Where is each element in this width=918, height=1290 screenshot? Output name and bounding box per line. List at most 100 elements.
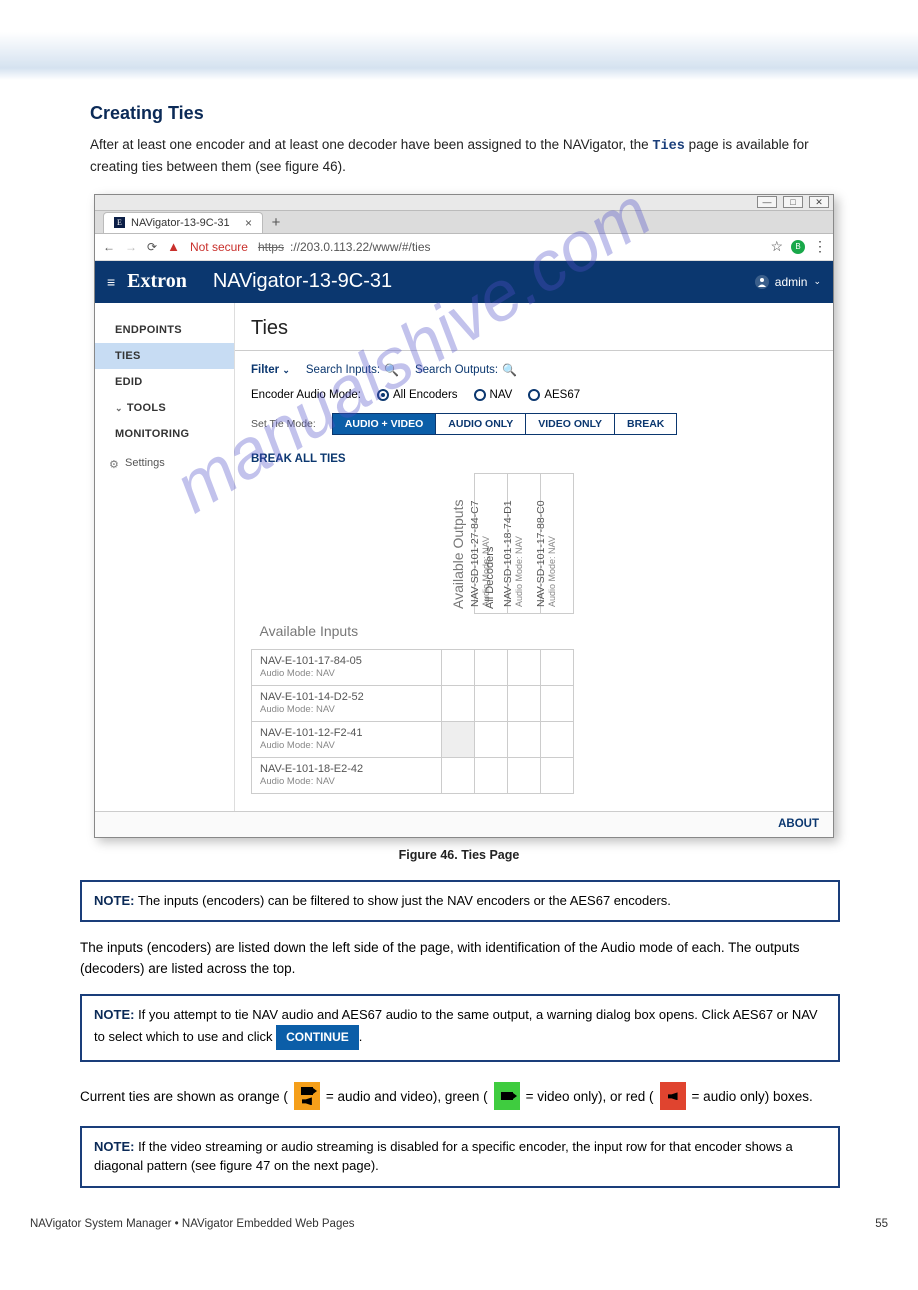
available-outputs-label: Available Outputs xyxy=(450,499,466,608)
input-row: NAV-E-101-18-E2-42Audio Mode: NAV xyxy=(252,757,442,793)
body-paragraph: The inputs (encoders) are listed down th… xyxy=(0,938,918,988)
tie-cell[interactable] xyxy=(442,757,475,793)
tie-cell[interactable] xyxy=(475,649,508,685)
search-inputs[interactable]: Search Inputs: 🔍 xyxy=(306,363,399,377)
search-icon: 🔍 xyxy=(384,363,399,377)
tie-mode-segments: AUDIO + VIDEO AUDIO ONLY VIDEO ONLY BREA… xyxy=(332,413,678,435)
tie-cell[interactable] xyxy=(541,757,574,793)
gear-icon: ⚙ xyxy=(109,458,119,468)
browser-tab-bar: E NAVigator-13-9C-31 × + xyxy=(95,211,833,233)
not-secure-label[interactable]: Not secure xyxy=(190,240,248,254)
hamburger-icon[interactable]: ≡ xyxy=(107,274,115,290)
user-menu[interactable]: admin ⌄ xyxy=(755,275,821,289)
url-field[interactable]: https://203.0.113.22/www/#/ties xyxy=(258,240,760,254)
seg-break[interactable]: BREAK xyxy=(615,414,676,434)
section-heading: Creating Ties xyxy=(90,100,840,127)
user-icon xyxy=(755,275,769,289)
radio-aes67[interactable]: AES67 xyxy=(528,389,580,401)
break-all-ties-link[interactable]: BREAK ALL TIES xyxy=(251,453,346,465)
radio-nav[interactable]: NAV xyxy=(474,389,513,401)
seg-video-only[interactable]: VIDEO ONLY xyxy=(526,414,615,434)
encoder-audio-mode-label: Encoder Audio Mode: xyxy=(251,389,361,401)
minimize-button[interactable]: — xyxy=(757,196,777,208)
note-2: NOTE: If you attempt to tie NAV audio an… xyxy=(80,994,840,1062)
tab-close-icon[interactable]: × xyxy=(245,216,252,230)
page-number: 55 xyxy=(875,1218,888,1230)
input-row: NAV-E-101-12-F2-41Audio Mode: NAV xyxy=(252,721,442,757)
maximize-button[interactable]: □ xyxy=(783,196,803,208)
tie-cell[interactable] xyxy=(475,685,508,721)
page-top-gradient xyxy=(0,0,918,80)
app-title: NAVigator-13-9C-31 xyxy=(213,270,392,293)
divider xyxy=(235,350,833,351)
tie-cell[interactable] xyxy=(475,757,508,793)
chevron-down-icon: ⌄ xyxy=(813,276,821,287)
reload-icon[interactable]: ⟳ xyxy=(147,240,157,254)
favicon-icon: E xyxy=(114,217,125,228)
chevron-down-icon: ⌄ xyxy=(115,403,123,413)
all-decoders-label: All Decoders xyxy=(484,546,496,608)
swatch-video-only-icon xyxy=(494,1082,520,1110)
tab-title: NAVigator-13-9C-31 xyxy=(131,217,230,229)
address-bar: ← → ⟳ ▲ Not secure https://203.0.113.22/… xyxy=(95,233,833,261)
figure-caption: Figure 46. Ties Page xyxy=(0,848,918,862)
page-footer: NAVigator System Manager • NAVigator Emb… xyxy=(0,1218,918,1230)
tie-cell[interactable] xyxy=(541,649,574,685)
close-window-button[interactable]: ✕ xyxy=(809,196,829,208)
tie-cell[interactable] xyxy=(508,757,541,793)
tie-cell[interactable] xyxy=(541,721,574,757)
app-footer: ABOUT xyxy=(95,811,833,837)
page-title: Ties xyxy=(251,317,817,340)
extron-logo: Extron xyxy=(127,270,187,293)
swatch-audio-only-icon xyxy=(660,1082,686,1110)
tie-cell[interactable] xyxy=(508,685,541,721)
filter-dropdown[interactable]: Filter ⌄ xyxy=(251,364,290,376)
sidebar: ENDPOINTS TIES EDID ⌄TOOLS MONITORING ⚙ … xyxy=(95,303,235,811)
input-row: NAV-E-101-17-84-05Audio Mode: NAV xyxy=(252,649,442,685)
section-intro: Creating Ties After at least one encoder… xyxy=(0,80,918,188)
intro-paragraph: After at least one encoder and at least … xyxy=(90,135,840,178)
continue-button[interactable]: CONTINUE xyxy=(276,1025,359,1050)
chevron-down-icon: ⌄ xyxy=(282,365,290,375)
tie-cell[interactable] xyxy=(442,649,475,685)
swatch-audio-video-icon xyxy=(294,1082,320,1110)
warning-icon: ▲ xyxy=(167,239,180,254)
tie-cell[interactable] xyxy=(442,685,475,721)
seg-audio-only[interactable]: AUDIO ONLY xyxy=(436,414,526,434)
extension-icon[interactable]: B xyxy=(791,240,805,254)
new-tab-button[interactable]: + xyxy=(265,213,287,233)
nav-back-icon[interactable]: ← xyxy=(103,240,115,254)
tie-cell[interactable] xyxy=(475,721,508,757)
set-tie-mode-label: Set Tie Mode: xyxy=(251,418,316,430)
note-3: NOTE: If the video streaming or audio st… xyxy=(80,1126,840,1188)
sidebar-item-ties[interactable]: TIES xyxy=(95,343,234,369)
browser-menu-icon[interactable]: ⋮ xyxy=(813,238,825,255)
sidebar-item-tools[interactable]: ⌄TOOLS xyxy=(95,395,234,421)
bookmark-icon[interactable]: ☆ xyxy=(770,238,783,255)
footer-left: NAVigator System Manager • NAVigator Emb… xyxy=(30,1218,355,1230)
sidebar-settings[interactable]: ⚙ Settings xyxy=(95,447,234,475)
browser-window: — □ ✕ E NAVigator-13-9C-31 × + ← → ⟳ ▲ N… xyxy=(94,194,834,838)
tie-cell[interactable] xyxy=(508,721,541,757)
ties-matrix: NAV-SD-101-27-84-C7Audio Mode: NAV NAV-S… xyxy=(251,473,817,794)
about-link[interactable]: ABOUT xyxy=(778,818,819,830)
tie-cell[interactable] xyxy=(508,649,541,685)
radio-all-encoders[interactable]: All Encoders xyxy=(377,389,458,401)
tie-colors-legend: Current ties are shown as orange ( = aud… xyxy=(0,1078,918,1120)
sidebar-item-monitoring[interactable]: MONITORING xyxy=(95,421,234,447)
window-caption-bar: — □ ✕ xyxy=(95,195,833,211)
browser-tab[interactable]: E NAVigator-13-9C-31 × xyxy=(103,212,263,233)
input-row: NAV-E-101-14-D2-52Audio Mode: NAV xyxy=(252,685,442,721)
note-1: NOTE: The inputs (encoders) can be filte… xyxy=(80,880,840,923)
content-area: Ties Filter ⌄ Search Inputs: 🔍 Search Ou… xyxy=(235,303,833,811)
seg-audio-video[interactable]: AUDIO + VIDEO xyxy=(333,414,436,434)
nav-forward-icon[interactable]: → xyxy=(125,240,137,254)
app-header: ≡ Extron NAVigator-13-9C-31 admin ⌄ xyxy=(95,261,833,303)
search-icon: 🔍 xyxy=(502,363,517,377)
search-outputs[interactable]: Search Outputs: 🔍 xyxy=(415,363,517,377)
available-inputs-label: Available Inputs xyxy=(252,613,442,649)
sidebar-item-edid[interactable]: EDID xyxy=(95,369,234,395)
sidebar-item-endpoints[interactable]: ENDPOINTS xyxy=(95,317,234,343)
tie-cell[interactable] xyxy=(541,685,574,721)
tie-cell[interactable] xyxy=(442,721,475,757)
